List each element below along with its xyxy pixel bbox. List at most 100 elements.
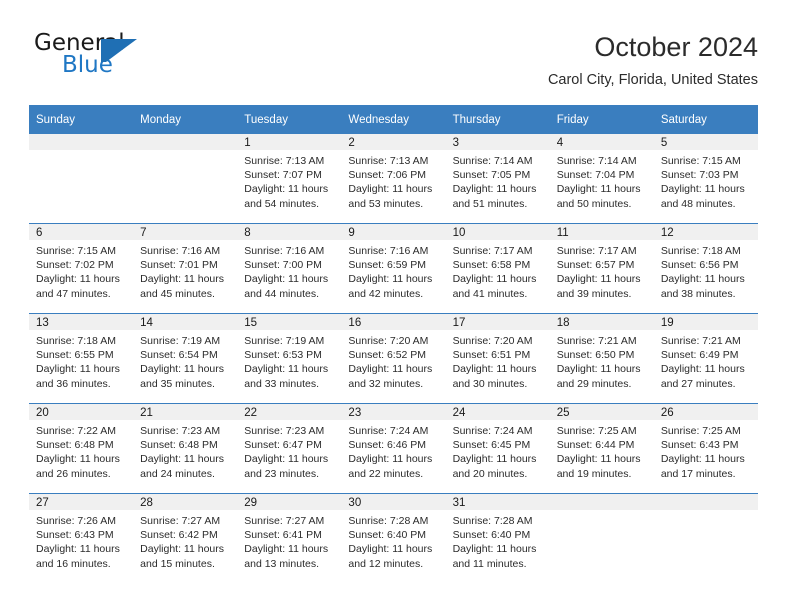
sunset-text: Sunset: 6:40 PM — [452, 529, 531, 542]
day-cell[interactable]: 3 Sunrise: 7:14 AM Sunset: 7:05 PM Daylight… — [445, 134, 550, 224]
sunset-text: Sunset: 6:55 PM — [36, 349, 114, 362]
day-cell[interactable]: 5 Sunrise: 7:15 AM Sunset: 7:03 PM Daylight… — [653, 134, 758, 224]
daylight-text-line1: Daylight: 11 hours — [244, 543, 329, 556]
daylight-text-line2: and 39 minutes. — [556, 287, 632, 300]
day-number: 22 — [237, 404, 342, 420]
day-details: Sunrise: 7:16 AM Sunset: 6:59 PM Daylight:… — [341, 240, 445, 301]
sunset-text: Sunset: 6:50 PM — [556, 349, 635, 362]
daylight-text-line2: and 11 minutes. — [452, 557, 527, 570]
day-cell[interactable]: 4 Sunrise: 7:14 AM Sunset: 7:04 PM Daylight… — [549, 134, 654, 224]
daylight-text-line2: and 45 minutes. — [140, 287, 215, 300]
sunset-text: Sunset: 7:03 PM — [660, 169, 739, 182]
sunrise-text: Sunrise: 7:23 AM — [244, 425, 325, 437]
day-cell[interactable]: 30 Sunrise: 7:28 AM Sunset: 6:40 PM Dayligh… — [341, 493, 446, 583]
day-number: 8 — [237, 224, 342, 240]
day-cell[interactable]: 6 Sunrise: 7:15 AM Sunset: 7:02 PM Daylight… — [29, 223, 134, 314]
day-cell[interactable]: 25 Sunrise: 7:25 AM Sunset: 6:44 PM Dayligh… — [549, 403, 654, 494]
day-cell[interactable]: 22 Sunrise: 7:23 AM Sunset: 6:47 PM Dayligh… — [237, 403, 342, 494]
day-cell[interactable]: 31 Sunrise: 7:28 AM Sunset: 6:40 PM Dayligh… — [445, 493, 550, 583]
sunrise-text: Sunrise: 7:21 AM — [660, 335, 741, 347]
day-number — [133, 134, 238, 150]
day-number: 29 — [237, 494, 342, 510]
day-cell[interactable]: 1 Sunrise: 7:13 AM Sunset: 7:07 PM Daylight… — [237, 134, 342, 224]
day-cell[interactable]: 28 Sunrise: 7:27 AM Sunset: 6:42 PM Dayligh… — [133, 493, 238, 583]
day-cell[interactable] — [653, 493, 758, 583]
sunset-text: Sunset: 6:41 PM — [244, 529, 322, 542]
day-cell[interactable]: 9 Sunrise: 7:16 AM Sunset: 6:59 PM Daylight… — [341, 223, 446, 314]
sunrise-text: Sunrise: 7:22 AM — [36, 425, 116, 437]
day-cell[interactable]: 20 Sunrise: 7:22 AM Sunset: 6:48 PM Dayligh… — [29, 403, 134, 494]
day-number — [549, 494, 654, 510]
day-number: 21 — [133, 404, 238, 420]
sunset-text: Sunset: 6:52 PM — [348, 349, 427, 362]
sunset-text: Sunset: 7:04 PM — [556, 169, 635, 182]
day-details: Sunrise: 7:16 AM Sunset: 7:01 PM Daylight:… — [133, 240, 237, 301]
daylight-text-line1: Daylight: 11 hours — [660, 183, 745, 196]
daylight-text-line2: and 38 minutes. — [660, 287, 736, 300]
daylight-text-line1: Daylight: 11 hours — [36, 273, 120, 286]
sunset-text: Sunset: 6:43 PM — [36, 529, 114, 542]
sunrise-text: Sunrise: 7:13 AM — [244, 155, 325, 167]
day-cell[interactable]: 2 Sunrise: 7:13 AM Sunset: 7:06 PM Daylight… — [341, 134, 446, 224]
day-details: Sunrise: 7:17 AM Sunset: 6:58 PM Daylight:… — [446, 240, 550, 301]
day-cell[interactable]: 17 Sunrise: 7:20 AM Sunset: 6:51 PM Dayligh… — [445, 313, 550, 404]
sunrise-text: Sunrise: 7:16 AM — [244, 245, 325, 257]
day-cell[interactable]: 11 Sunrise: 7:17 AM Sunset: 6:57 PM Dayligh… — [549, 223, 654, 314]
day-cell[interactable]: 12 Sunrise: 7:18 AM Sunset: 6:56 PM Dayligh… — [653, 223, 758, 314]
day-cell[interactable] — [549, 493, 654, 583]
day-cell[interactable]: 16 Sunrise: 7:20 AM Sunset: 6:52 PM Dayligh… — [341, 313, 446, 404]
day-cell[interactable]: 24 Sunrise: 7:24 AM Sunset: 6:45 PM Dayligh… — [445, 403, 550, 494]
day-number: 1 — [237, 134, 342, 150]
day-number: 4 — [549, 134, 654, 150]
day-cell[interactable]: 19 Sunrise: 7:21 AM Sunset: 6:49 PM Dayligh… — [653, 313, 758, 404]
day-cell[interactable]: 14 Sunrise: 7:19 AM Sunset: 6:54 PM Dayligh… — [133, 313, 238, 404]
sunset-text: Sunset: 6:49 PM — [660, 349, 739, 362]
day-cell[interactable]: 27 Sunrise: 7:26 AM Sunset: 6:43 PM Dayligh… — [29, 493, 134, 583]
day-cell[interactable]: 21 Sunrise: 7:23 AM Sunset: 6:48 PM Dayligh… — [133, 403, 238, 494]
daylight-text-line2: and 17 minutes. — [660, 467, 736, 480]
day-cell[interactable]: 18 Sunrise: 7:21 AM Sunset: 6:50 PM Dayligh… — [549, 313, 654, 404]
title-block: October 2024 Carol City, Florida, United… — [548, 30, 758, 89]
day-cell[interactable]: 23 Sunrise: 7:24 AM Sunset: 6:46 PM Dayligh… — [341, 403, 446, 494]
sunset-text: Sunset: 7:05 PM — [452, 169, 531, 182]
sunset-text: Sunset: 7:02 PM — [36, 259, 114, 272]
day-details: Sunrise: 7:14 AM Sunset: 7:05 PM Daylight:… — [446, 150, 550, 211]
day-details: Sunrise: 7:14 AM Sunset: 7:04 PM Daylight:… — [550, 150, 654, 211]
weekday-header-saturday: Saturday — [653, 105, 758, 134]
sunrise-text: Sunrise: 7:14 AM — [556, 155, 637, 167]
day-cell[interactable]: 7 Sunrise: 7:16 AM Sunset: 7:01 PM Daylight… — [133, 223, 238, 314]
sunrise-text: Sunrise: 7:20 AM — [348, 335, 429, 347]
day-cell[interactable]: 8 Sunrise: 7:16 AM Sunset: 7:00 PM Daylight… — [237, 223, 342, 314]
day-cell[interactable] — [29, 134, 134, 224]
general-blue-logo[interactable]: General Blue — [34, 30, 244, 86]
logo-triangle-shape — [106, 39, 137, 62]
day-cell[interactable]: 26 Sunrise: 7:25 AM Sunset: 6:43 PM Dayligh… — [653, 403, 758, 494]
day-details: Sunrise: 7:16 AM Sunset: 7:00 PM Daylight:… — [237, 240, 341, 301]
sunrise-text: Sunrise: 7:27 AM — [244, 515, 325, 527]
day-details: Sunrise: 7:21 AM Sunset: 6:49 PM Daylight:… — [654, 330, 758, 391]
day-details: Sunrise: 7:24 AM Sunset: 6:46 PM Daylight:… — [341, 420, 445, 481]
daylight-text-line1: Daylight: 11 hours — [244, 453, 329, 466]
weekday-header-monday: Monday — [133, 105, 238, 134]
day-cell[interactable]: 29 Sunrise: 7:27 AM Sunset: 6:41 PM Dayligh… — [237, 493, 342, 583]
weekday-header-thursday: Thursday — [445, 105, 550, 134]
day-cell[interactable]: 13 Sunrise: 7:18 AM Sunset: 6:55 PM Dayligh… — [29, 313, 134, 404]
sunset-text: Sunset: 6:56 PM — [660, 259, 739, 272]
daylight-text-line2: and 48 minutes. — [660, 197, 736, 210]
day-number: 2 — [341, 134, 446, 150]
daylight-text-line2: and 19 minutes. — [556, 467, 632, 480]
daylight-text-line2: and 47 minutes. — [36, 287, 111, 300]
sunrise-text: Sunrise: 7:15 AM — [660, 155, 741, 167]
day-cell[interactable]: 15 Sunrise: 7:19 AM Sunset: 6:53 PM Dayligh… — [237, 313, 342, 404]
day-details: Sunrise: 7:15 AM Sunset: 7:02 PM Daylight:… — [29, 240, 133, 301]
sunrise-text: Sunrise: 7:18 AM — [36, 335, 116, 347]
daylight-text-line1: Daylight: 11 hours — [452, 273, 537, 286]
sunrise-text: Sunrise: 7:23 AM — [140, 425, 221, 437]
day-cell[interactable] — [133, 134, 238, 224]
day-cell[interactable]: 10 Sunrise: 7:17 AM Sunset: 6:58 PM Dayligh… — [445, 223, 550, 314]
sunset-text: Sunset: 6:42 PM — [140, 529, 218, 542]
day-number: 14 — [133, 314, 238, 330]
daylight-text-line2: and 42 minutes. — [348, 287, 424, 300]
day-number: 19 — [653, 314, 758, 330]
day-number: 3 — [445, 134, 550, 150]
